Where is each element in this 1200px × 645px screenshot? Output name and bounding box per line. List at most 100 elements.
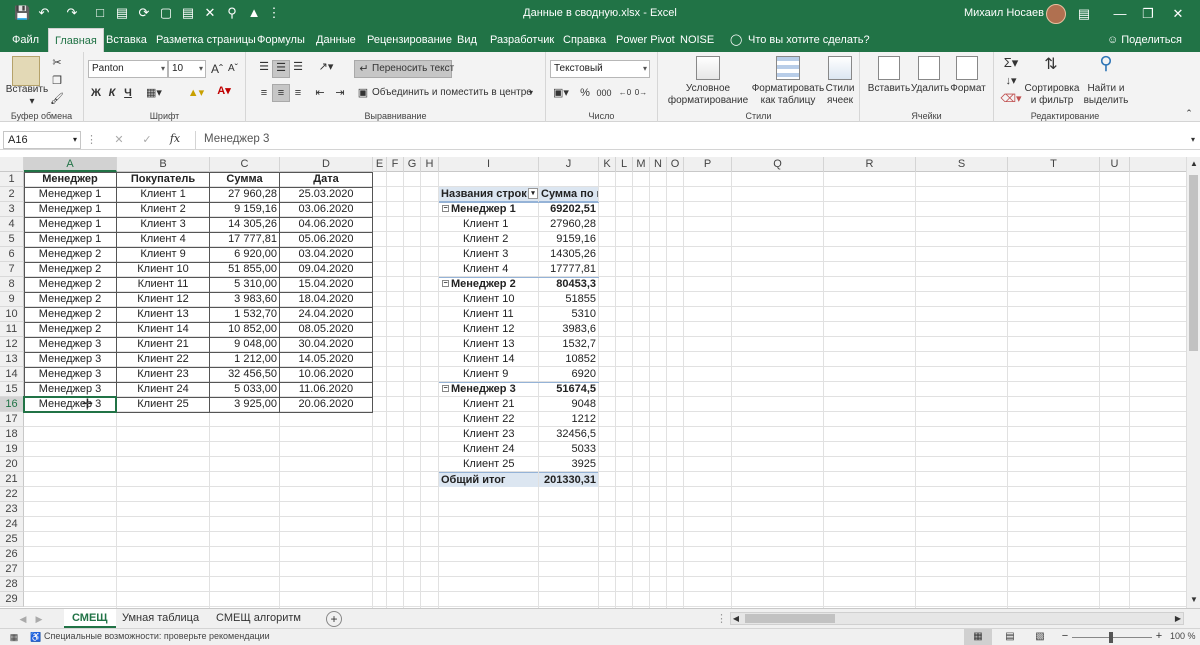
row-header[interactable]: 4 [0, 217, 24, 232]
pivot-item-value[interactable]: 5033 [539, 442, 598, 457]
pivot-header-value[interactable]: Сумма по полю Сумма [539, 187, 598, 202]
collapse-group-icon[interactable]: − [442, 280, 449, 287]
row-header[interactable]: 27 [0, 562, 24, 577]
decrease-indent-icon[interactable]: ⇤ [312, 86, 328, 100]
row-header[interactable]: 6 [0, 247, 24, 262]
zoom-in-icon[interactable]: + [1154, 629, 1164, 643]
pivot-item-value[interactable]: 51855 [539, 292, 598, 307]
conditional-format-icon[interactable] [696, 56, 720, 80]
tab-home[interactable]: Главная [48, 28, 104, 52]
underline-button[interactable]: Ч [122, 86, 134, 100]
macro-record-icon[interactable]: ▦ [8, 630, 20, 644]
insert-cells-button[interactable]: Вставить [866, 83, 912, 95]
number-format-combo[interactable]: Текстовый ▾ [550, 60, 650, 78]
collapse-group-icon[interactable]: − [442, 205, 449, 212]
tab-power-pivot[interactable]: Power Pivot [610, 28, 681, 52]
tab-review[interactable]: Рецензирование [361, 28, 458, 52]
format-table-icon[interactable] [776, 56, 800, 80]
pivot-item-value[interactable]: 17777,81 [539, 262, 598, 277]
row-header[interactable]: 20 [0, 457, 24, 472]
user-name[interactable]: Михаил Носаев [964, 7, 1044, 19]
sheet-tab-smart-table[interactable]: Умная таблица [114, 609, 207, 628]
pivot-item-value[interactable]: 14305,26 [539, 247, 598, 262]
column-header[interactable]: M [633, 157, 650, 172]
vertical-scroll-thumb[interactable] [1189, 175, 1198, 351]
pivot-item-value[interactable]: 32456,5 [539, 427, 598, 442]
pivot-item-value[interactable]: 9159,16 [539, 232, 598, 247]
tab-insert[interactable]: Вставка [100, 28, 153, 52]
share-button[interactable]: ☺ Поделиться [1107, 28, 1182, 52]
enter-icon[interactable]: ✓ [140, 133, 154, 147]
row-header[interactable]: 17 [0, 412, 24, 427]
merge-dropdown-icon[interactable]: ▾ [526, 86, 536, 100]
decrease-decimal-icon[interactable]: 0→ [634, 86, 648, 100]
format-table-button[interactable]: Форматировать [750, 83, 826, 95]
row-header[interactable]: 13 [0, 352, 24, 367]
collapse-group-icon[interactable]: − [442, 385, 449, 392]
row-header[interactable]: 28 [0, 577, 24, 592]
select-all-corner[interactable] [0, 157, 24, 172]
pivot-item-label[interactable]: Клиент 9 [439, 367, 538, 382]
font-color-icon[interactable]: A▾ [212, 84, 236, 98]
sort-filter-button[interactable]: Сортировка [1024, 83, 1080, 95]
horizontal-scroll-thumb[interactable] [745, 614, 835, 623]
insert-function-icon[interactable]: fx [168, 132, 182, 146]
autosum-icon[interactable]: Σ▾ [1000, 56, 1022, 70]
accessibility-icon[interactable]: ♿ [30, 630, 42, 644]
worksheet-grid[interactable]: ABCDEFGHIJKLMNOPQRSTU 1 2 3 4 5 6 7 8 9 10 11 12 13 1… [0, 157, 1186, 608]
pivot-item-value[interactable]: 10852 [539, 352, 598, 367]
tab-developer[interactable]: Разработчик [484, 28, 560, 52]
column-header[interactable]: R [824, 157, 916, 172]
delete-cells-button[interactable]: Удалить [910, 83, 950, 95]
paste-icon[interactable] [12, 56, 40, 86]
pivot-grand-total-value[interactable]: 201330,31 [539, 472, 598, 487]
pivot-item-value[interactable]: 3925 [539, 457, 598, 472]
vertical-scrollbar[interactable]: ▲ ▼ [1186, 157, 1200, 608]
pivot-group-label[interactable]: Менеджер 1− [439, 202, 538, 217]
zoom-slider-thumb[interactable] [1109, 632, 1113, 643]
zoom-out-icon[interactable]: − [1060, 629, 1070, 643]
scroll-up-icon[interactable]: ▲ [1188, 157, 1200, 171]
pivot-grand-total-label[interactable]: Общий итог [439, 472, 538, 487]
pivot-group-total[interactable]: 80453,3 [539, 277, 598, 292]
sheet-tab-smesh-algorithm[interactable]: СМЕЩ алгоритм [208, 609, 309, 628]
pivot-item-label[interactable]: Клиент 1 [439, 217, 538, 232]
fill-color-icon[interactable]: ▲▾ [184, 86, 208, 100]
horizontal-scrollbar[interactable]: ◀ ▶ [730, 612, 1184, 625]
column-header[interactable]: C [210, 157, 280, 172]
sheet-tab-smesh[interactable]: СМЕЩ [64, 609, 116, 628]
expand-formula-icon[interactable]: ▾ [1188, 133, 1198, 147]
conditional-format-button[interactable]: Условное [668, 83, 748, 95]
row-header[interactable]: 3 [0, 202, 24, 217]
row-header[interactable]: 22 [0, 487, 24, 502]
pivot-item-value[interactable]: 6920 [539, 367, 598, 382]
pivot-item-label[interactable]: Клиент 25 [439, 457, 538, 472]
align-left-icon[interactable]: ≡ [256, 86, 272, 100]
column-header[interactable]: P [684, 157, 732, 172]
next-sheet-icon[interactable]: ▶ [34, 612, 44, 626]
paste-button[interactable]: Вставить [4, 84, 50, 96]
row-header[interactable]: 29 [0, 592, 24, 607]
bold-button[interactable]: Ж [90, 86, 102, 100]
column-header[interactable]: N [650, 157, 667, 172]
tell-me-input[interactable]: Что вы хотите сделать? [742, 28, 876, 52]
tab-noise[interactable]: NOISE [674, 28, 720, 52]
row-header[interactable]: 10 [0, 307, 24, 322]
column-header[interactable]: A [24, 157, 117, 172]
scroll-down-icon[interactable]: ▼ [1188, 593, 1200, 607]
pivot-group-total[interactable]: 51674,5 [539, 382, 598, 397]
pivot-item-label[interactable]: Клиент 11 [439, 307, 538, 322]
row-header[interactable]: 18 [0, 427, 24, 442]
pivot-item-label[interactable]: Клиент 10 [439, 292, 538, 307]
minimize-icon[interactable]: — [1108, 4, 1132, 24]
pivot-item-label[interactable]: Клиент 24 [439, 442, 538, 457]
row-header[interactable]: 7 [0, 262, 24, 277]
row-header[interactable]: 26 [0, 547, 24, 562]
pivot-group-label[interactable]: Менеджер 2− [439, 277, 538, 292]
format-cells-button[interactable]: Формат [948, 83, 988, 95]
cell-styles-icon[interactable] [828, 56, 852, 80]
row-header[interactable]: 15 [0, 382, 24, 397]
decrease-font-icon[interactable]: Aˇ [226, 62, 240, 76]
increase-decimal-icon[interactable]: ←0 [618, 86, 632, 100]
row-header[interactable]: 2 [0, 187, 24, 202]
